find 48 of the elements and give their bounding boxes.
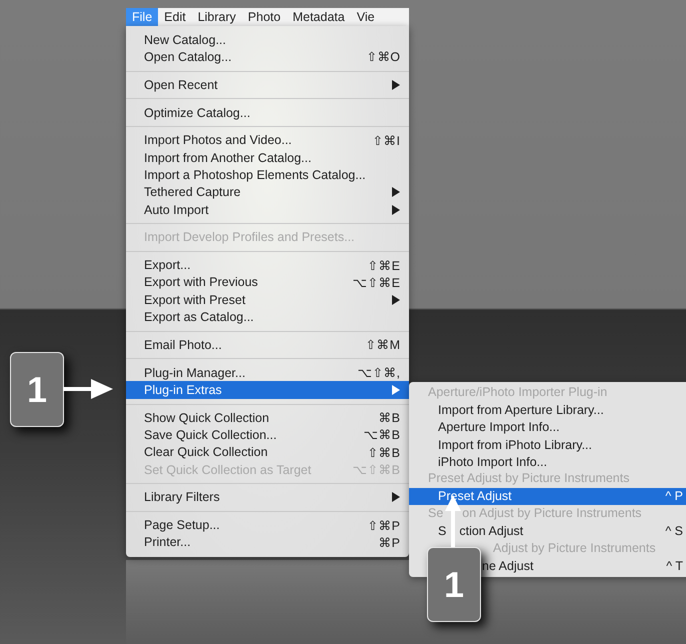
section-header: Aperture/iPhoto Importer Plug-in (428, 384, 608, 401)
menu-item[interactable]: Import from iPhoto Library... (409, 436, 686, 454)
submenu-arrow-icon (392, 384, 400, 395)
menu-item[interactable]: ction Adjust (459, 524, 524, 538)
menu-item[interactable]: Open Recent (126, 76, 409, 94)
menu-item[interactable]: Page Setup... ⇧⌘P (126, 516, 409, 534)
menu-item[interactable]: Import from Another Catalog... (126, 148, 409, 166)
menu-item[interactable]: Auto Import (126, 200, 409, 218)
menu-title[interactable]: Library (192, 8, 242, 26)
menu-title[interactable]: Edit (158, 8, 192, 26)
shortcut-label: ^ S (665, 524, 683, 538)
submenu-arrow-icon (392, 80, 400, 90)
submenu-arrow-icon (392, 187, 400, 198)
menu-item[interactable]: Aperture Import Info... (409, 418, 686, 436)
menu-item[interactable]: Export as Catalog... (126, 308, 409, 326)
menu-item[interactable]: Plug-in Extras (126, 381, 409, 399)
menu-item[interactable]: Tethered Capture (126, 184, 409, 201)
menu-item[interactable]: Export with Preset (126, 291, 409, 308)
menu-item[interactable]: iPhoto Import Info... (409, 453, 686, 470)
submenu-arrow-icon (392, 294, 400, 305)
section-header: Adjust by Picture Instruments (493, 540, 656, 557)
submenu-arrow-icon (392, 204, 400, 215)
arrow-icon (63, 378, 113, 400)
menu-item[interactable]: Export... ⇧⌘E (126, 256, 409, 274)
menu-item[interactable]: Open Catalog... ⇧⌘O (126, 48, 409, 66)
menu-title[interactable]: Vie (350, 8, 381, 26)
submenu-arrow-icon (392, 492, 400, 502)
menu-item[interactable]: Email Photo... ⇧⌘M (126, 336, 409, 354)
step-badge: 1 (10, 352, 64, 427)
menu-item[interactable]: Save Quick Collection... ⌥⌘B (126, 426, 409, 444)
menu-item[interactable]: Import from Aperture Library... (409, 401, 686, 419)
menu-item[interactable]: Printer... ⌘P (126, 534, 409, 552)
section-header: Preset Adjust by Picture Instruments (428, 470, 630, 488)
menu-item[interactable]: Optimize Catalog... (126, 104, 409, 122)
menu-item[interactable]: S (438, 524, 446, 538)
menu-item[interactable]: Import Photos and Video... ⇧⌘I (126, 132, 409, 149)
menu-item[interactable]: Export with Previous ⌥⇧⌘E (126, 274, 409, 292)
section-header: Se (428, 505, 444, 522)
menu-item[interactable]: New Catalog... (126, 31, 409, 48)
step-badge: 1 (427, 547, 481, 622)
menu-item[interactable]: Import a Photoshop Elements Catalog... (126, 166, 409, 184)
menu-title[interactable]: Metadata (286, 8, 351, 26)
menu-item[interactable]: Show Quick Collection ⌘B (126, 409, 409, 426)
menu-item[interactable]: Clear Quick Collection ⇧⌘B (126, 444, 409, 461)
menu-title[interactable]: Photo (242, 8, 287, 26)
menu-item[interactable]: Library Filters (126, 488, 409, 506)
section-header: on Adjust by Picture Instruments (462, 505, 642, 522)
menu-item[interactable]: Plug-in Manager... ⌥⇧⌘, (126, 364, 409, 382)
